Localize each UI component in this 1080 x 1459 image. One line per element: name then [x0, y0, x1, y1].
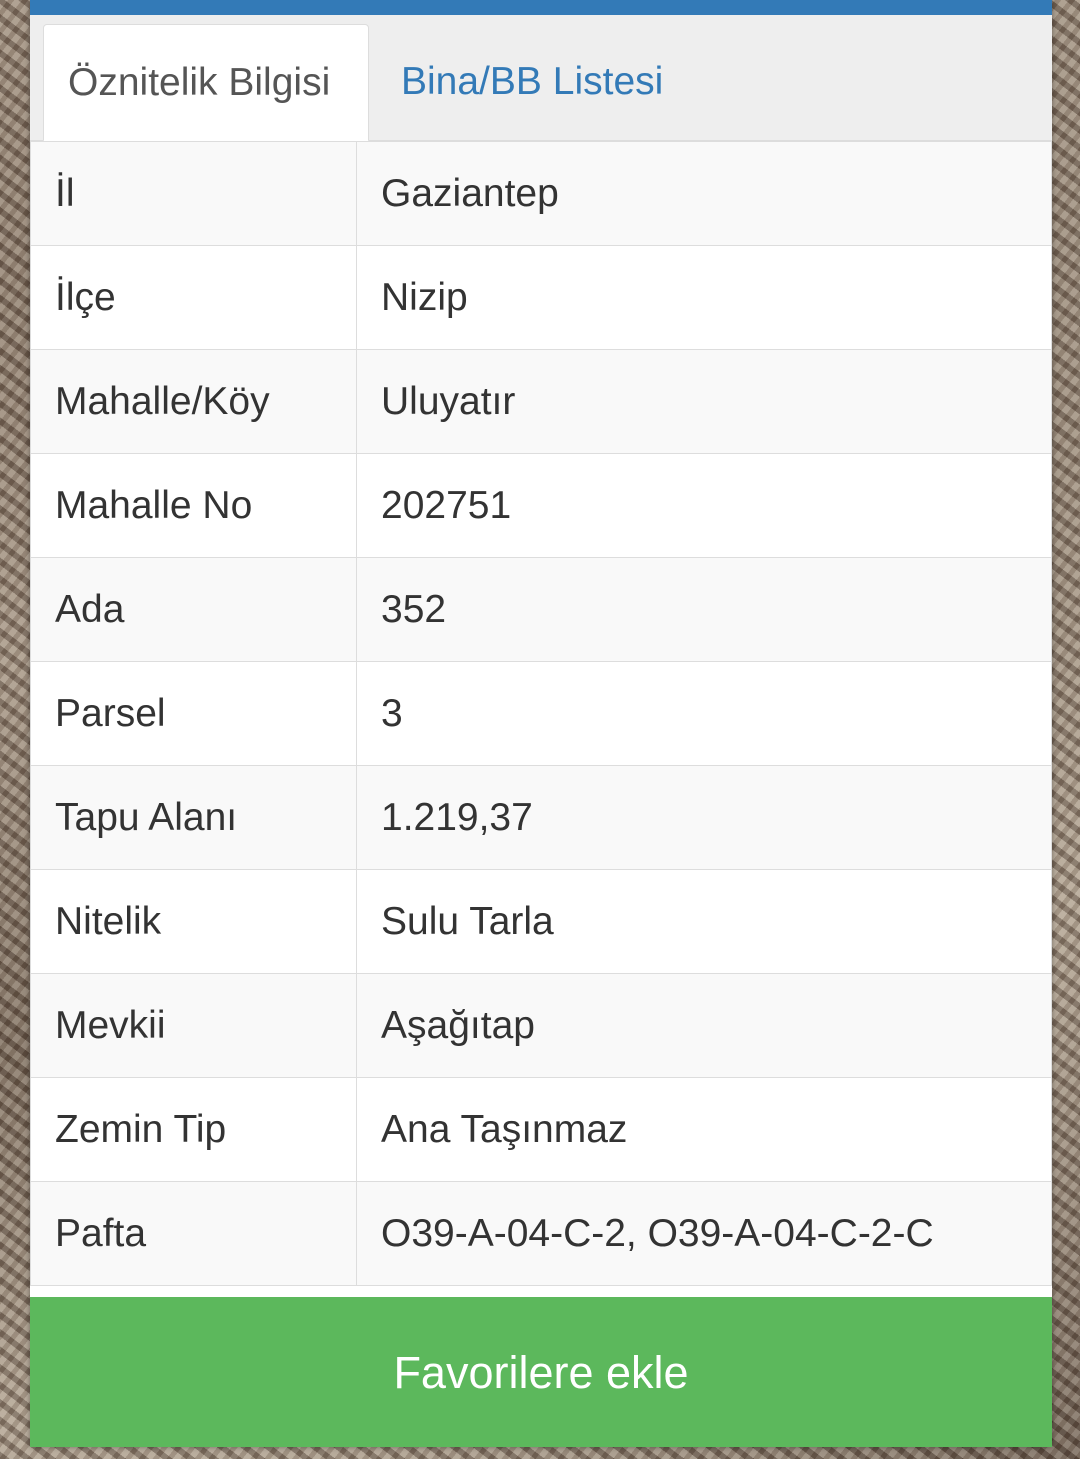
attribute-key-nitelik: Nitelik — [30, 869, 357, 974]
table-row: Pafta O39-A-04-C-2, O39-A-04-C-2-C — [30, 1181, 1052, 1286]
attribute-key-mahalle-koy: Mahalle/Köy — [30, 349, 357, 454]
attribute-key-mevkii: Mevkii — [30, 973, 357, 1078]
attribute-value-ada: 352 — [356, 557, 1052, 662]
attribute-key-ilce: İlçe — [30, 245, 357, 350]
table-row: Parsel 3 — [30, 661, 1052, 766]
table-row: Tapu Alanı 1.219,37 — [30, 765, 1052, 870]
attribute-table: İl Gaziantep İlçe Nizip Mahalle/Köy Uluy… — [30, 141, 1052, 1286]
attribute-value-mevkii: Aşağıtap — [356, 973, 1052, 1078]
table-row: İlçe Nizip — [30, 245, 1052, 350]
table-row: Mahalle/Köy Uluyatır — [30, 349, 1052, 454]
attribute-value-il: Gaziantep — [356, 141, 1052, 246]
table-row: Mevkii Aşağıtap — [30, 973, 1052, 1078]
table-row: Zemin Tip Ana Taşınmaz — [30, 1077, 1052, 1182]
panel-header-bar — [30, 0, 1052, 15]
add-to-favorites-button[interactable]: Favorilere ekle — [30, 1297, 1052, 1447]
tab-building-list[interactable]: Bina/BB Listesi — [377, 24, 687, 140]
attribute-value-ilce: Nizip — [356, 245, 1052, 350]
attribute-value-mahalle-koy: Uluyatır — [356, 349, 1052, 454]
attribute-key-mahalle-no: Mahalle No — [30, 453, 357, 558]
tab-attribute-info[interactable]: Öznitelik Bilgisi — [43, 24, 369, 142]
attribute-value-nitelik: Sulu Tarla — [356, 869, 1052, 974]
attribute-value-parsel: 3 — [356, 661, 1052, 766]
attribute-key-tapu-alani: Tapu Alanı — [30, 765, 357, 870]
table-row: İl Gaziantep — [30, 141, 1052, 246]
attribute-value-mahalle-no: 202751 — [356, 453, 1052, 558]
parcel-info-panel: Öznitelik Bilgisi Bina/BB Listesi İl Gaz… — [30, 0, 1052, 1447]
attribute-value-pafta: O39-A-04-C-2, O39-A-04-C-2-C — [356, 1181, 1052, 1286]
attribute-key-ada: Ada — [30, 557, 357, 662]
attribute-value-tapu-alani: 1.219,37 — [356, 765, 1052, 870]
attribute-key-pafta: Pafta — [30, 1181, 357, 1286]
table-row: Mahalle No 202751 — [30, 453, 1052, 558]
table-row: Ada 352 — [30, 557, 1052, 662]
attribute-key-parsel: Parsel — [30, 661, 357, 766]
attribute-key-zemin-tip: Zemin Tip — [30, 1077, 357, 1182]
attribute-key-il: İl — [30, 141, 357, 246]
attribute-value-zemin-tip: Ana Taşınmaz — [356, 1077, 1052, 1182]
table-row: Nitelik Sulu Tarla — [30, 869, 1052, 974]
tab-strip: Öznitelik Bilgisi Bina/BB Listesi — [30, 15, 1052, 142]
